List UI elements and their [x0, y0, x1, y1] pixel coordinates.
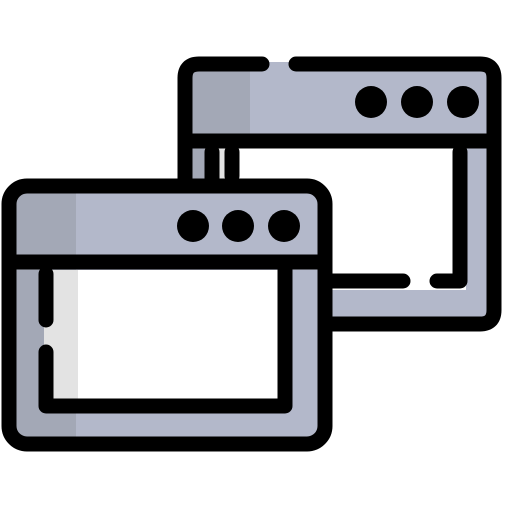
front-window-dot-1	[177, 210, 209, 242]
front-window-dot-3	[268, 210, 300, 242]
front-window	[1, 178, 333, 452]
back-window-dot-2	[401, 86, 433, 118]
icon-canvas	[0, 0, 512, 512]
multiple-browser-windows-icon	[1, 56, 502, 452]
back-window-dot-3	[447, 86, 479, 118]
front-window-dot-2	[222, 210, 254, 242]
front-window-content	[44, 270, 287, 406]
back-window-dot-1	[355, 86, 387, 118]
